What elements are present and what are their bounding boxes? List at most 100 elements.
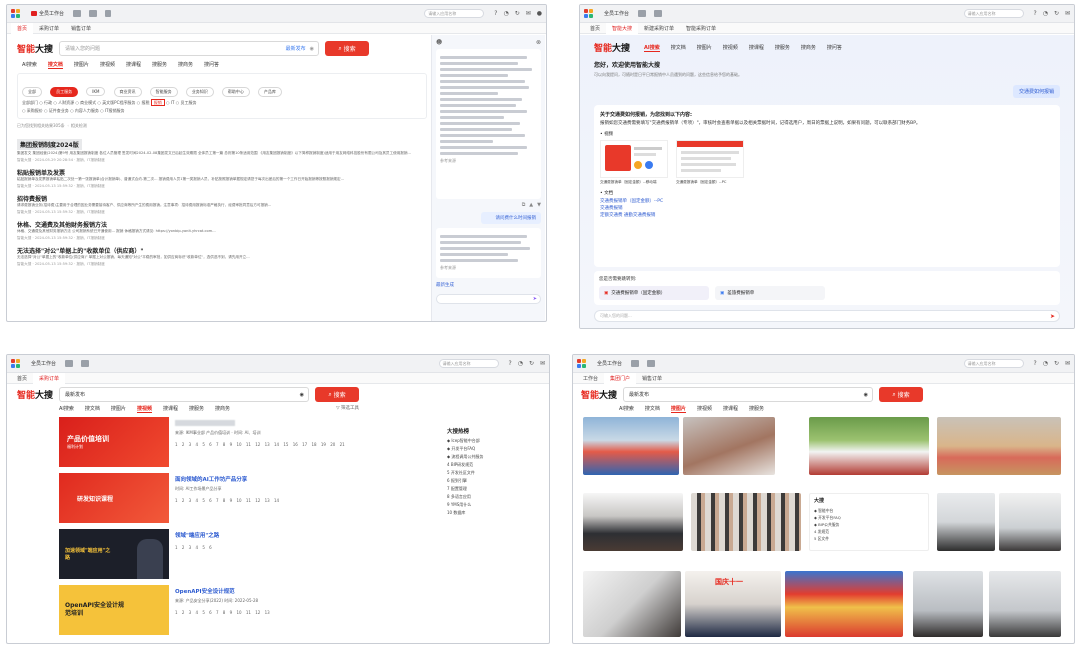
chat-input[interactable]: 可输入您的问题... ➤ [594,310,1060,322]
mail-icon[interactable]: ✉ [526,10,531,17]
tab-courses[interactable]: 搜课程 [163,405,178,413]
video-result[interactable]: 产品价值培训 福利计划 来源: IKM事业部 产品价值培训 · 时间: AI、培训… [59,417,359,467]
tab-docs[interactable]: 搜文档 [671,44,686,52]
hot-item[interactable]: 4 发规范 [814,528,928,535]
mail-icon[interactable]: ✉ [1065,360,1070,367]
video-thumbnail[interactable]: 研发知识课程 [59,473,169,523]
video-card[interactable]: 交通费报销单（固定金额）--移动端 [600,140,668,185]
workspace-tab[interactable]: 全员工作台 [599,7,634,21]
hot-item[interactable]: 5 开发社区文件 [447,469,537,477]
result-item[interactable]: 粘贴报销单及发票 粘贴报销单及发票报销单粘贴二次处一第一张报销单(合计报销单)、… [17,168,427,189]
result-item[interactable]: 集团报销制度2024版 集团发文 集团经营(2024)第9号 用友集团报销制度 … [17,132,427,163]
app-search-input[interactable]: 请输入应用名称 [438,359,499,368]
tab-home[interactable]: 首页 [11,22,34,34]
image-result[interactable] [937,417,1061,475]
filter-option[interactable]: 证件查业务 [49,108,69,113]
tab-group-portal[interactable]: 集团门户 [604,372,637,384]
tab-services[interactable]: 搜服务 [152,61,167,69]
filter-option[interactable]: 行政 [44,100,52,105]
video-result[interactable]: 研发知识课程 面向领域的AI工作坊产品分享 时间: AI工作场景产品分享 1 2… [59,473,359,523]
mic-icon[interactable]: ◉ [310,46,314,52]
image-result[interactable] [937,493,995,551]
filter-option-selected[interactable]: 报销 [150,99,165,106]
help-icon[interactable]: ? [1034,10,1037,17]
filter-tool[interactable]: ▽ 筛选工具 [336,405,359,411]
mic-icon[interactable]: ◉ [864,392,868,398]
tab-images[interactable]: 搜图片 [111,405,126,413]
image-result[interactable] [583,571,681,637]
search-input[interactable]: 请输入您的问题 最新发布 ◉ [59,41,320,56]
video-result[interactable]: 加速领域"端应用"之路 领域"端应用"之路 1 2 3 4 5 6 [59,529,359,579]
refresh-icon[interactable]: ↻ [1054,360,1059,367]
image-result[interactable]: 国庆十一 [685,571,781,637]
page-numbers[interactable]: 1 2 3 4 5 6 7 8 9 10 11 12 13 [175,610,359,615]
result-title[interactable]: 招待费报销 [17,194,427,203]
like-icon[interactable]: ▲ [529,202,533,208]
chat-reference[interactable]: 参考来源 [440,158,537,164]
workspace-tab[interactable]: 全员工作台 [592,357,627,371]
workspace-tab[interactable]: 全员工作台 [26,7,69,21]
jump-option[interactable]: ▣ 交通费报销单（固定金额） [599,286,709,300]
filter-chip[interactable]: 员工服务 [50,87,79,97]
search-input[interactable]: 最新发布 ◉ [623,387,874,402]
filter-option[interactable]: 商业模式 [80,100,96,105]
copy-icon[interactable]: ⧉ [522,202,526,208]
filter-option[interactable]: 采购报价 [27,108,43,113]
hot-item[interactable]: 9 YMS用什么 [447,501,537,509]
image-result[interactable] [913,571,983,637]
filter-option[interactable]: 员工服务 [180,100,196,105]
window-icon[interactable] [89,10,98,17]
mic-icon[interactable]: ◉ [300,392,304,398]
app-search-input[interactable]: 请输入应用名称 [963,359,1024,368]
result-title[interactable]: 无法选择"对公"单据上的"收款单位（供应商）" [17,246,427,255]
tab-new-purchase-order[interactable]: 新建采购订单 [638,23,680,34]
image-result[interactable] [809,417,929,475]
filter-option[interactable]: IT报销服务 [105,108,125,113]
tab-courses[interactable]: 搜课程 [723,405,738,413]
doc-link[interactable]: 定额交通费 通勤交通费报销 [600,212,1054,219]
hot-item[interactable]: ◆ Icep智能中台部 [447,437,537,445]
tab-qa[interactable]: 搜问答 [827,44,842,52]
refresh-icon[interactable]: ↻ [1054,10,1059,17]
video-card[interactable]: 交通费报销单（固定金额）--PC [676,140,744,185]
filter-option[interactable]: 内容人力服务 [75,108,99,113]
app-search-input[interactable]: 请输入应用名称 [963,9,1024,18]
tab-home[interactable]: 首页 [11,373,33,384]
app-search-input[interactable]: 请输入应用名称 [424,9,485,18]
video-thumbnail[interactable]: OpenAPI安全设计规范培训 [59,585,169,635]
chat-new-generation[interactable]: 最新生成 [436,282,541,288]
tab-smart-purchase-order[interactable]: 智能采购订单 [680,23,722,34]
tab-business[interactable]: 搜商务 [178,61,193,69]
tab-docs[interactable]: 搜文档 [85,405,100,413]
tab-smart-search[interactable]: 智能大搜 [606,22,639,34]
mail-icon[interactable]: ✉ [540,360,545,367]
tab-courses[interactable]: 搜课程 [126,61,141,69]
folder-icon[interactable] [631,360,640,367]
hot-item[interactable]: 10 数据库 [447,509,537,517]
notify-icon[interactable]: ◔ [1043,360,1048,367]
hot-item[interactable]: 8 多语言应用 [447,493,537,501]
window-icon[interactable] [654,10,663,17]
tab-business[interactable]: 搜商务 [215,405,230,413]
image-result[interactable] [683,417,775,475]
tab-courses[interactable]: 搜课程 [749,44,764,52]
filter-option[interactable]: 报税 [141,100,149,105]
send-icon[interactable]: ➤ [533,296,537,302]
tab-services[interactable]: 搜服务 [749,405,764,413]
video-thumbnail[interactable]: 产品价值培训 福利计划 [59,417,169,467]
doc-link[interactable]: 交通费报销 [600,205,1054,212]
close-icon[interactable]: ⊗ [536,39,541,46]
tab-images[interactable]: 搜图片 [697,44,712,52]
mail-icon[interactable]: ✉ [1065,10,1070,17]
folder-icon[interactable] [65,360,74,367]
tab-purchase-order[interactable]: 采购订单 [33,23,65,34]
tab-docs[interactable]: 搜文档 [645,405,660,413]
tab-ai-search[interactable]: AI搜索 [22,61,37,69]
page-numbers[interactable]: 1 2 3 4 5 6 7 8 9 10 11 12 13 14 15 16 1… [175,442,359,447]
refresh-icon[interactable]: ↻ [529,360,534,367]
tab-images[interactable]: 搜图片 [74,61,89,69]
send-icon[interactable]: ➤ [1050,313,1055,320]
image-result[interactable] [989,571,1061,637]
hot-item[interactable]: 7 配置管理 [447,485,537,493]
hot-item[interactable]: ◆ 开发平台FAQ [447,445,537,453]
